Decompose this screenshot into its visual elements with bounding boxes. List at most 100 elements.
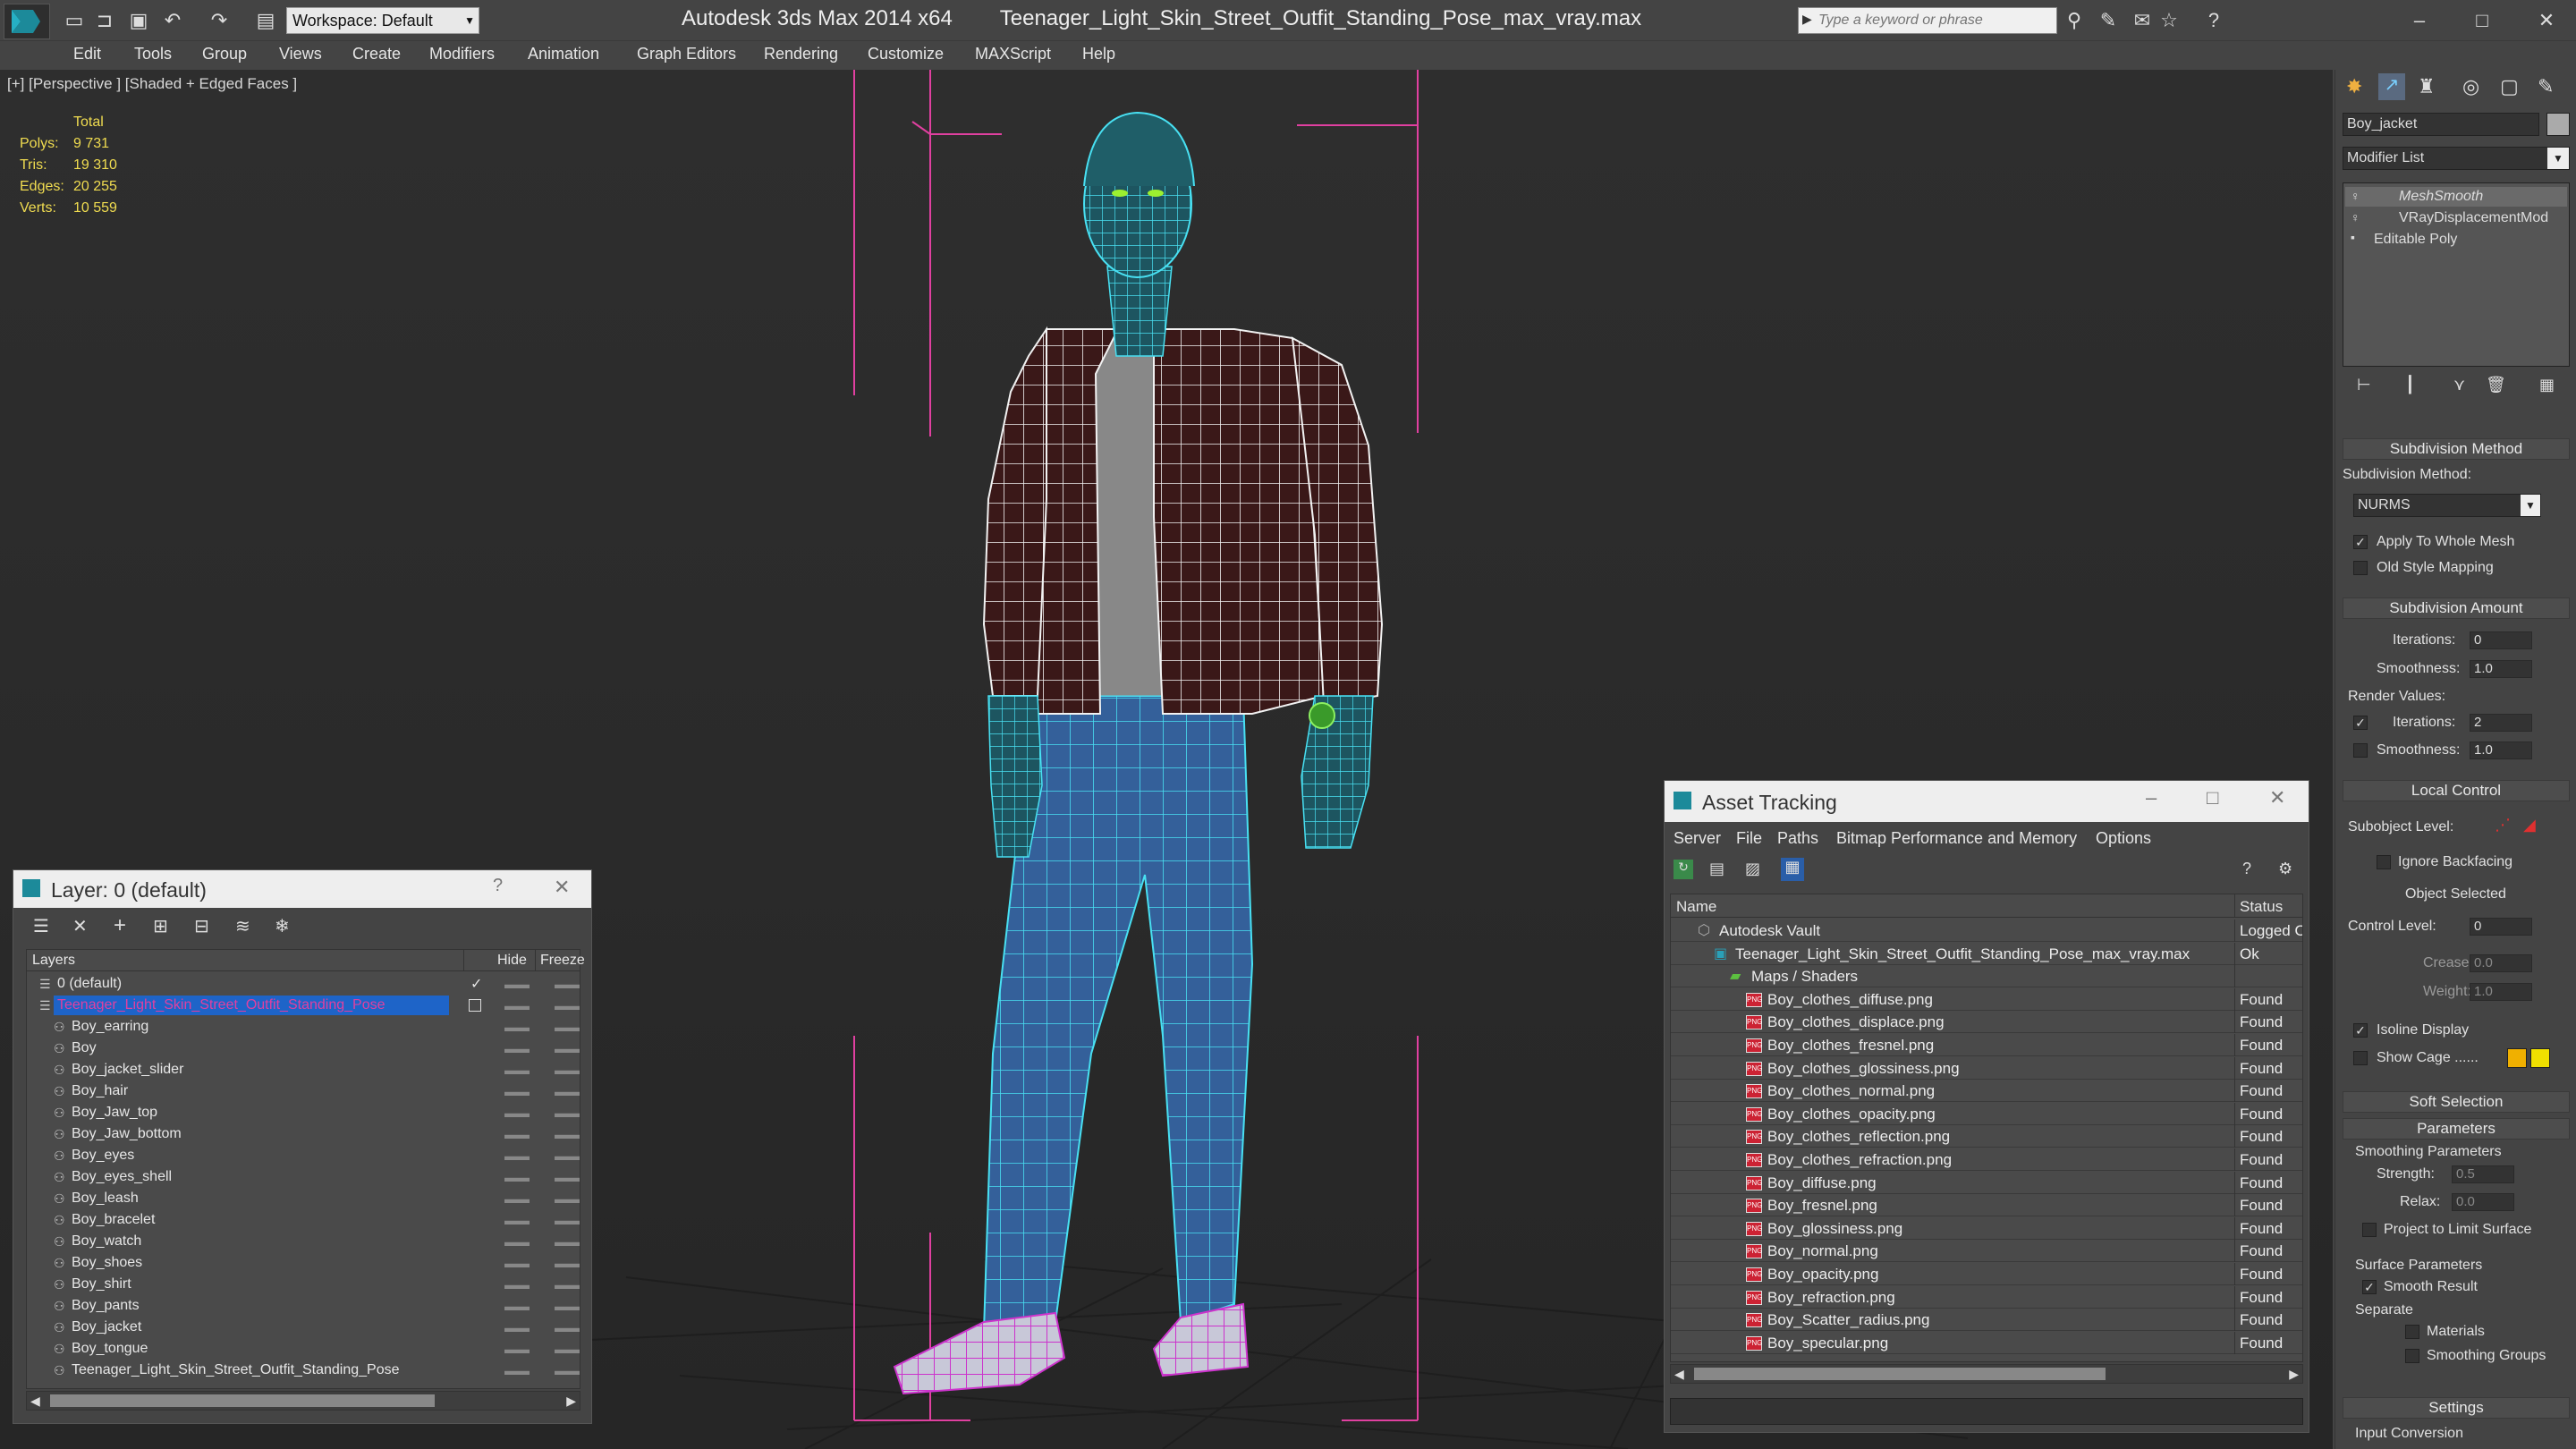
layer-row[interactable]: ⚇ Boy_eyes ▬▬ ▬▬	[27, 1145, 580, 1166]
scroll-right-icon[interactable]: ▶	[2289, 1367, 2299, 1382]
communication-icon[interactable]: ✉	[2131, 9, 2154, 32]
hide-toggle-icon[interactable]: ▬▬	[504, 1234, 530, 1249]
asset-name[interactable]: Boy_clothes_displace.png	[1767, 1013, 1945, 1031]
hide-toggle-icon[interactable]: ▬▬	[504, 1363, 530, 1377]
parameters-rollout[interactable]: Parameters	[2343, 1118, 2570, 1140]
hide-toggle-icon[interactable]: ▬▬	[504, 1127, 530, 1141]
project-folder-icon[interactable]: ▤	[254, 9, 277, 32]
layer-name[interactable]: 0 (default)	[57, 976, 122, 992]
layer-help-button[interactable]: ?	[493, 876, 503, 896]
asset-path-field[interactable]	[1670, 1398, 2303, 1425]
col-status-header[interactable]: Status	[2240, 898, 2283, 916]
asset-name[interactable]: Maps / Shaders	[1751, 968, 1858, 986]
asset-row[interactable]: PNG Boy_clothes_refraction.png Found	[1671, 1148, 2302, 1171]
freeze-toggle-icon[interactable]: ▬▬	[555, 1191, 580, 1206]
hide-toggle-icon[interactable]: ▬▬	[504, 1084, 530, 1098]
menu-group[interactable]: Group	[202, 45, 247, 64]
layer-row[interactable]: ⚇ Boy_jacket_slider ▬▬ ▬▬	[27, 1059, 580, 1080]
freeze-toggle-icon[interactable]: ▬▬	[555, 1127, 580, 1141]
smoothing-groups-checkbox[interactable]	[2405, 1349, 2419, 1363]
layer-name[interactable]: Boy_jacket	[72, 1319, 141, 1335]
open-file-icon[interactable]: ⊐	[93, 9, 116, 32]
menu-rendering[interactable]: Rendering	[764, 45, 838, 64]
asset-row[interactable]: PNG Boy_fresnel.png Found	[1671, 1194, 2302, 1217]
freeze-toggle-icon[interactable]: ▬▬	[555, 1084, 580, 1098]
asset-row[interactable]: PNG Boy_clothes_normal.png Found	[1671, 1080, 2302, 1103]
stack-item-vraydisplacementmod[interactable]: ♀ VRayDisplacementMod	[2345, 208, 2567, 228]
hide-all-icon[interactable]: ≋	[235, 915, 250, 937]
layer-name[interactable]: Boy_leash	[72, 1191, 139, 1207]
scroll-left-icon[interactable]: ◀	[30, 1394, 40, 1409]
asset-window-titlebar[interactable]: Asset Tracking – □ ✕	[1665, 781, 2309, 822]
freeze-toggle-icon[interactable]: ▬▬	[555, 1234, 580, 1249]
layer-row[interactable]: ⚇ Boy_watch ▬▬ ▬▬	[27, 1231, 580, 1252]
col-hide-header[interactable]: Hide	[497, 953, 527, 969]
asset-help-icon[interactable]: ?	[2242, 860, 2251, 878]
layer-row[interactable]: ⚇ Boy_tongue ▬▬ ▬▬	[27, 1338, 580, 1360]
freeze-toggle-icon[interactable]: ▬▬	[555, 977, 580, 991]
layer-name[interactable]: Boy_watch	[72, 1233, 141, 1250]
help-icon[interactable]: ?	[2202, 9, 2225, 32]
render-smoothness-checkbox[interactable]	[2353, 743, 2368, 758]
layer-name[interactable]: Boy_earring	[72, 1019, 148, 1035]
freeze-toggle-icon[interactable]: ▬▬	[555, 1213, 580, 1227]
layer-row[interactable]: ⚇ Boy_Jaw_bottom ▬▬ ▬▬	[27, 1123, 580, 1145]
make-unique-icon[interactable]: ⋎	[2453, 376, 2465, 394]
settings-rollout[interactable]: Settings	[2343, 1397, 2570, 1419]
layer-close-icon[interactable]: ✕	[554, 876, 570, 899]
hide-toggle-icon[interactable]: ▬▬	[504, 1063, 530, 1077]
add-to-layer-icon[interactable]: +	[114, 913, 126, 938]
render-smoothness-spinner[interactable]: 1.0	[2470, 741, 2532, 759]
minimize-window-icon[interactable]: –	[2408, 9, 2431, 32]
cage-color-swatch-1[interactable]	[2507, 1048, 2527, 1068]
freeze-toggle-icon[interactable]: ▬▬	[555, 1063, 580, 1077]
layer-name[interactable]: Boy_Jaw_top	[72, 1105, 157, 1121]
maximize-window-icon[interactable]: □	[2470, 9, 2494, 32]
subscription-icon[interactable]: ✎	[2097, 9, 2120, 32]
freeze-toggle-icon[interactable]: ▬▬	[555, 1299, 580, 1313]
new-file-icon[interactable]: ▭	[63, 9, 86, 32]
hide-toggle-icon[interactable]: ▬▬	[504, 1191, 530, 1206]
stack-item-meshsmooth[interactable]: ♀ MeshSmooth	[2345, 187, 2567, 207]
asset-settings-icon[interactable]: ⚙	[2278, 860, 2292, 878]
edge-level-icon[interactable]: ◢	[2523, 816, 2536, 835]
save-icon[interactable]: ▣	[127, 9, 150, 32]
asset-name[interactable]: Teenager_Light_Skin_Street_Outfit_Standi…	[1735, 945, 2190, 963]
asset-name[interactable]: Boy_clothes_diffuse.png	[1767, 991, 1933, 1009]
menu-edit[interactable]: Edit	[73, 45, 101, 64]
hide-toggle-icon[interactable]: ▬▬	[504, 1106, 530, 1120]
layer-name[interactable]: Boy_bracelet	[72, 1212, 155, 1228]
close-window-icon[interactable]: ✕	[2535, 9, 2558, 32]
asset-row[interactable]: PNG Boy_glossiness.png Found	[1671, 1216, 2302, 1240]
menu-create[interactable]: Create	[352, 45, 401, 64]
layer-row[interactable]: ⚇ Boy_pants ▬▬ ▬▬	[27, 1295, 580, 1317]
layer-name[interactable]: Teenager_Light_Skin_Street_Outfit_Standi…	[57, 997, 385, 1013]
layer-name[interactable]: Boy_jacket_slider	[72, 1062, 183, 1078]
configure-sets-icon[interactable]: ▦	[2539, 376, 2555, 394]
hide-toggle-icon[interactable]: ▬▬	[504, 977, 530, 991]
soft-selection-rollout[interactable]: Soft Selection	[2343, 1091, 2570, 1113]
menu-graph-editors[interactable]: Graph Editors	[637, 45, 736, 64]
list-view-icon[interactable]: ▤	[1709, 860, 1724, 878]
menu-tools[interactable]: Tools	[134, 45, 172, 64]
pin-stack-icon[interactable]: ⊢	[2357, 376, 2371, 394]
asset-close-icon[interactable]: ✕	[2269, 786, 2285, 809]
layer-row[interactable]: ⚇ Boy_hair ▬▬ ▬▬	[27, 1080, 580, 1102]
asset-name[interactable]: Boy_clothes_fresnel.png	[1767, 1037, 1934, 1055]
modifier-list-dropdown[interactable]: Modifier List ▼	[2343, 147, 2570, 170]
asset-name[interactable]: Boy_refraction.png	[1767, 1289, 1895, 1307]
col-freeze-header[interactable]: Freeze	[540, 953, 585, 969]
workspace-dropdown[interactable]: Workspace: Default ▼	[286, 7, 479, 34]
search-box[interactable]: ▶	[1798, 7, 2057, 34]
asset-row[interactable]: PNG Boy_normal.png Found	[1671, 1240, 2302, 1263]
hierarchy-tab-icon[interactable]: ♜	[2418, 75, 2436, 98]
old-style-mapping-checkbox[interactable]	[2353, 561, 2368, 575]
iterations-spinner[interactable]: 0	[2470, 631, 2532, 649]
layer-row[interactable]: ⚇ Boy_shoes ▬▬ ▬▬	[27, 1252, 580, 1274]
hide-toggle-icon[interactable]: ▬▬	[504, 1299, 530, 1313]
asset-minimize-icon[interactable]: –	[2146, 786, 2157, 809]
asset-name[interactable]: Autodesk Vault	[1719, 922, 1820, 940]
scroll-right-icon[interactable]: ▶	[566, 1394, 576, 1409]
hide-toggle-icon[interactable]: ▬▬	[504, 1256, 530, 1270]
vertex-level-icon[interactable]: ⋰	[2495, 816, 2511, 835]
